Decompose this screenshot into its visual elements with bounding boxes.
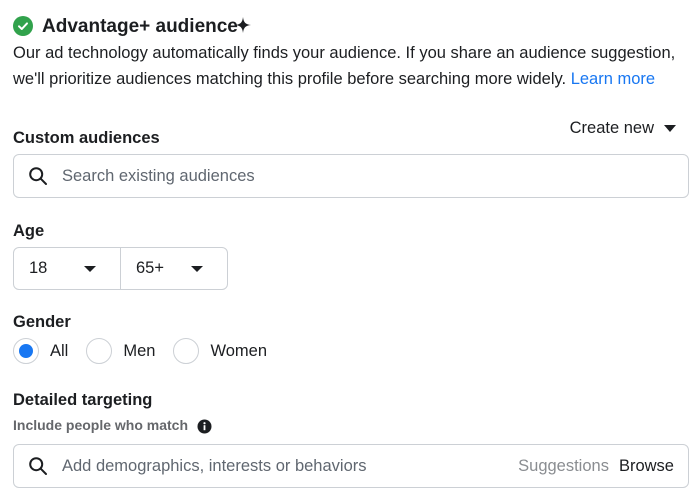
radio-button[interactable] — [173, 338, 200, 364]
custom-audiences-search-input[interactable] — [60, 165, 674, 187]
age-min-value: 18 — [29, 259, 48, 277]
gender-option-label: Women — [210, 341, 268, 360]
detailed-targeting-search[interactable]: Suggestions Browse — [13, 444, 689, 488]
age-label: Age — [13, 222, 45, 240]
caret-down-icon — [84, 265, 96, 272]
age-max-select[interactable]: 65+ — [120, 248, 227, 289]
gender-option-label: All — [50, 341, 69, 360]
caret-down-icon — [191, 265, 203, 272]
section-title: Advantage+ audience — [42, 16, 238, 37]
include-people-label: Include people who match — [13, 415, 212, 435]
browse-link[interactable]: Browse — [619, 457, 674, 476]
section-description: Our ad technology automatically finds yo… — [13, 40, 689, 92]
age-max-value: 65+ — [136, 259, 164, 277]
gender-option-label: Men — [123, 341, 156, 360]
gender-option-all[interactable]: All — [13, 338, 68, 364]
gender-radio-group: All Men Women — [13, 338, 285, 364]
radio-button[interactable] — [86, 338, 113, 364]
gender-label: Gender — [13, 313, 71, 331]
create-new-dropdown[interactable]: Create new — [570, 119, 676, 138]
gender-option-men[interactable]: Men — [86, 338, 155, 364]
radio-button-checked[interactable] — [13, 338, 39, 364]
suggestions-link[interactable]: Suggestions — [518, 457, 609, 476]
sparkle-icon — [234, 16, 252, 34]
detailed-targeting-search-input[interactable] — [60, 455, 519, 477]
search-icon — [29, 167, 47, 185]
search-icon — [29, 457, 47, 475]
caret-down-icon — [664, 125, 676, 132]
custom-audiences-search[interactable] — [13, 154, 689, 198]
info-icon[interactable] — [197, 419, 212, 434]
gender-option-women[interactable]: Women — [173, 338, 267, 364]
age-range: 18 65+ — [13, 247, 228, 290]
age-min-select[interactable]: 18 — [14, 248, 120, 289]
create-new-label: Create new — [569, 119, 654, 137]
check-circle-icon — [13, 16, 33, 36]
learn-more-link[interactable]: Learn more — [571, 70, 655, 88]
include-people-text: Include people who match — [13, 417, 189, 433]
detailed-targeting-label: Detailed targeting — [13, 391, 153, 409]
custom-audiences-label: Custom audiences — [13, 129, 160, 147]
